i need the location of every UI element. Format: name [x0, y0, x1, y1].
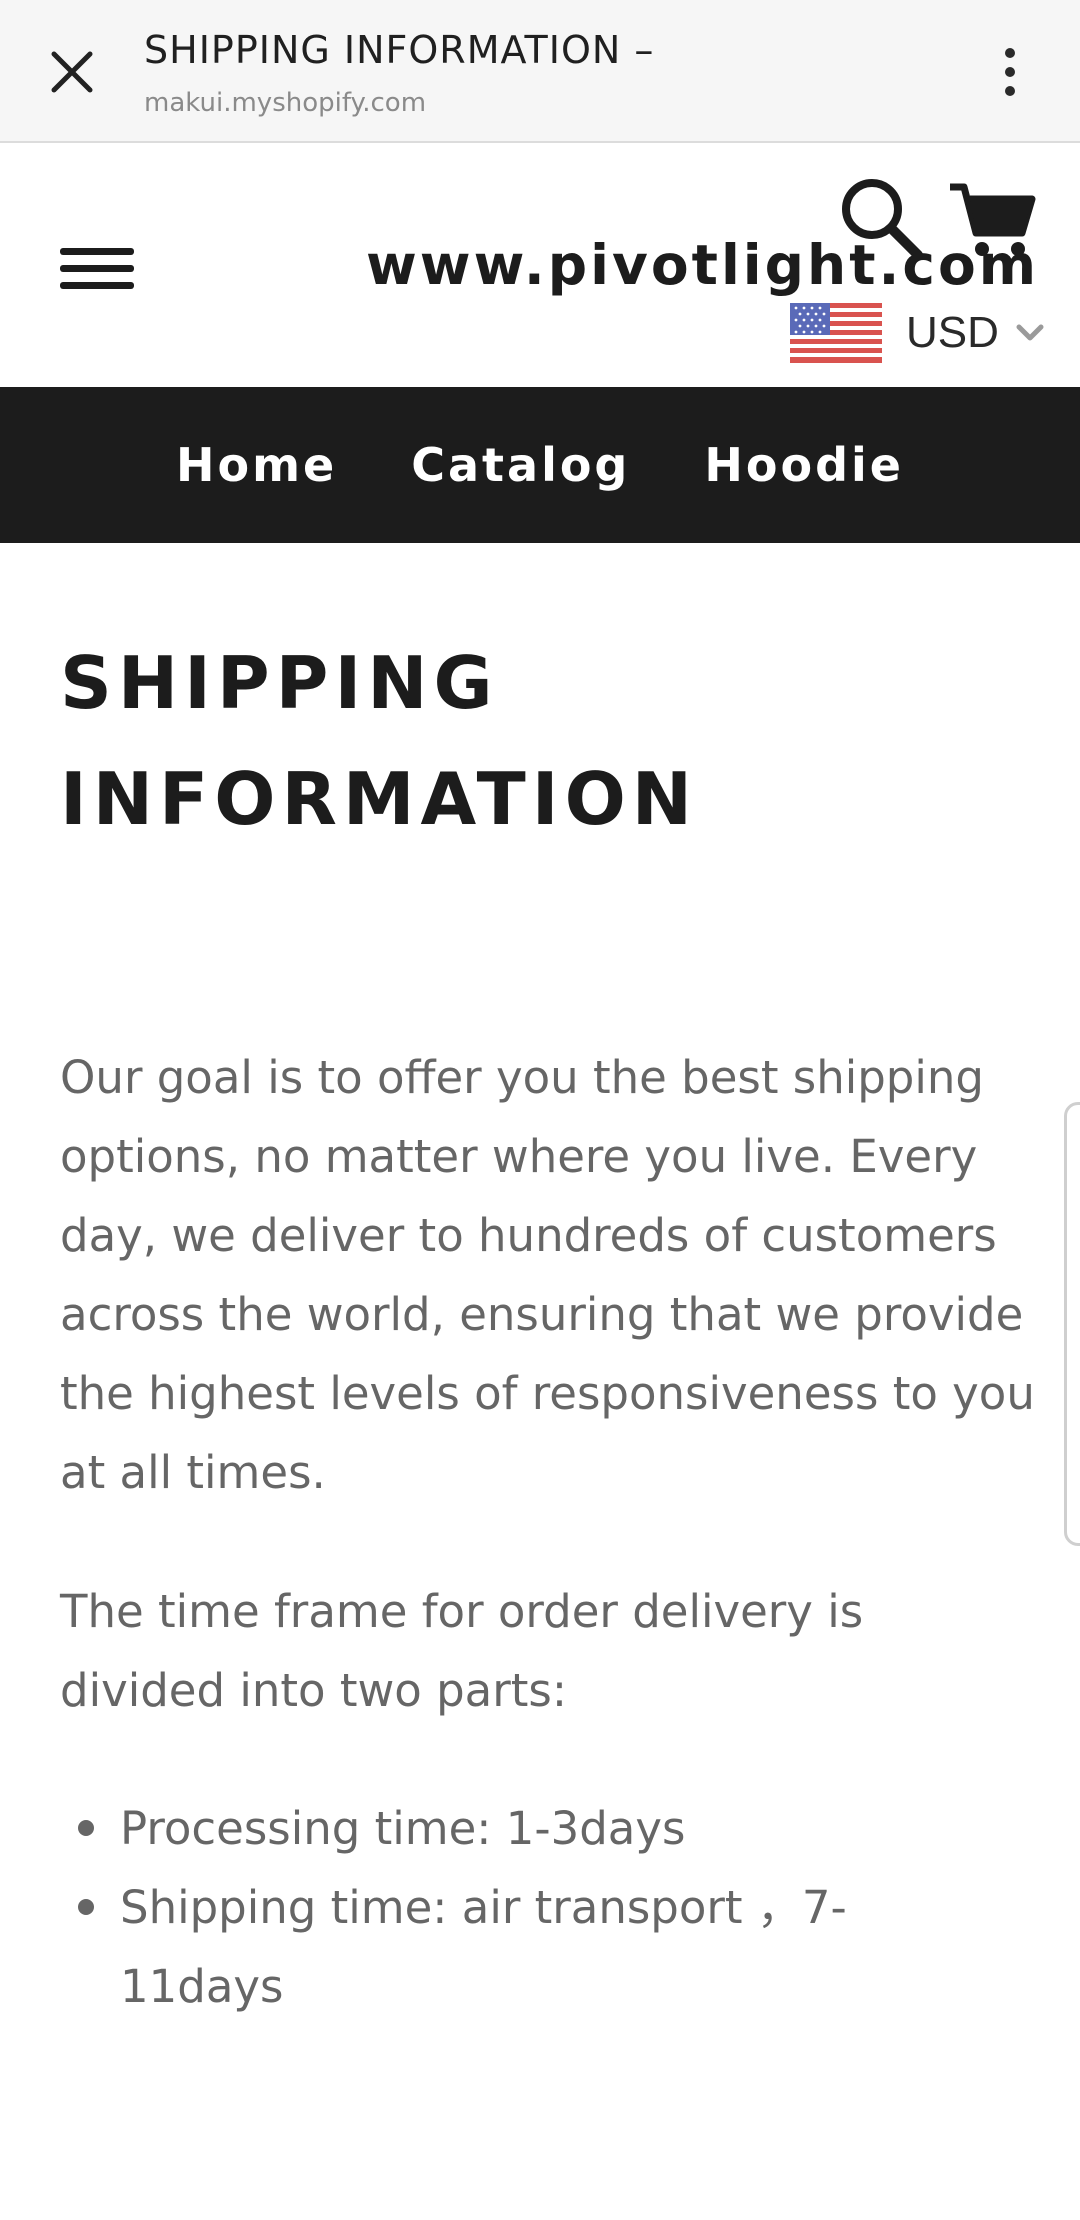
list-item: Processing time: 1-3days: [60, 1789, 960, 1868]
close-tab-button[interactable]: [40, 40, 104, 104]
more-vert-icon: [1005, 48, 1015, 58]
cart-icon: [950, 183, 1036, 256]
chevron-down-icon: [1016, 324, 1044, 341]
cart-button[interactable]: [948, 181, 1036, 261]
page-title-line1: SHIPPING: [60, 641, 499, 725]
page-title-line2: INFORMATION: [60, 757, 699, 841]
search-icon: [842, 179, 923, 260]
main-nav: Home Catalog Hoodie: [0, 387, 1080, 543]
nav-item-home[interactable]: Home: [176, 438, 337, 492]
more-options-button[interactable]: [985, 40, 1035, 104]
intro-paragraph: Our goal is to offer you the best shippi…: [60, 1051, 1035, 1499]
hamburger-menu-icon[interactable]: [60, 228, 140, 308]
browser-page-title: SHIPPING INFORMATION –: [144, 28, 655, 72]
browser-url: makui.myshopify.com: [144, 88, 427, 118]
nav-item-hoodie[interactable]: Hoodie: [704, 438, 904, 492]
nav-item-catalog[interactable]: Catalog: [411, 438, 630, 492]
search-button[interactable]: [836, 173, 928, 265]
browser-top-bar: SHIPPING INFORMATION – makui.myshopify.c…: [0, 0, 1080, 143]
us-flag-icon: [790, 303, 882, 363]
site-header: www.pivotlight.com USD: [0, 143, 1080, 387]
delivery-timeframe-paragraph: The time frame for order delivery is div…: [60, 1585, 864, 1717]
site-logo[interactable]: www.pivotlight.com: [366, 233, 1039, 297]
delivery-time-list: Processing time: 1-3days Shipping time: …: [60, 1789, 960, 2026]
list-item: Shipping time: air transport ，7-11days: [60, 1868, 960, 2026]
currency-selector[interactable]: USD: [790, 303, 1045, 363]
currency-label: USD: [906, 308, 999, 357]
side-drawer-handle[interactable]: [1064, 1102, 1080, 1546]
page-title: SHIPPING INFORMATION: [60, 625, 1020, 857]
close-icon: [51, 51, 93, 93]
